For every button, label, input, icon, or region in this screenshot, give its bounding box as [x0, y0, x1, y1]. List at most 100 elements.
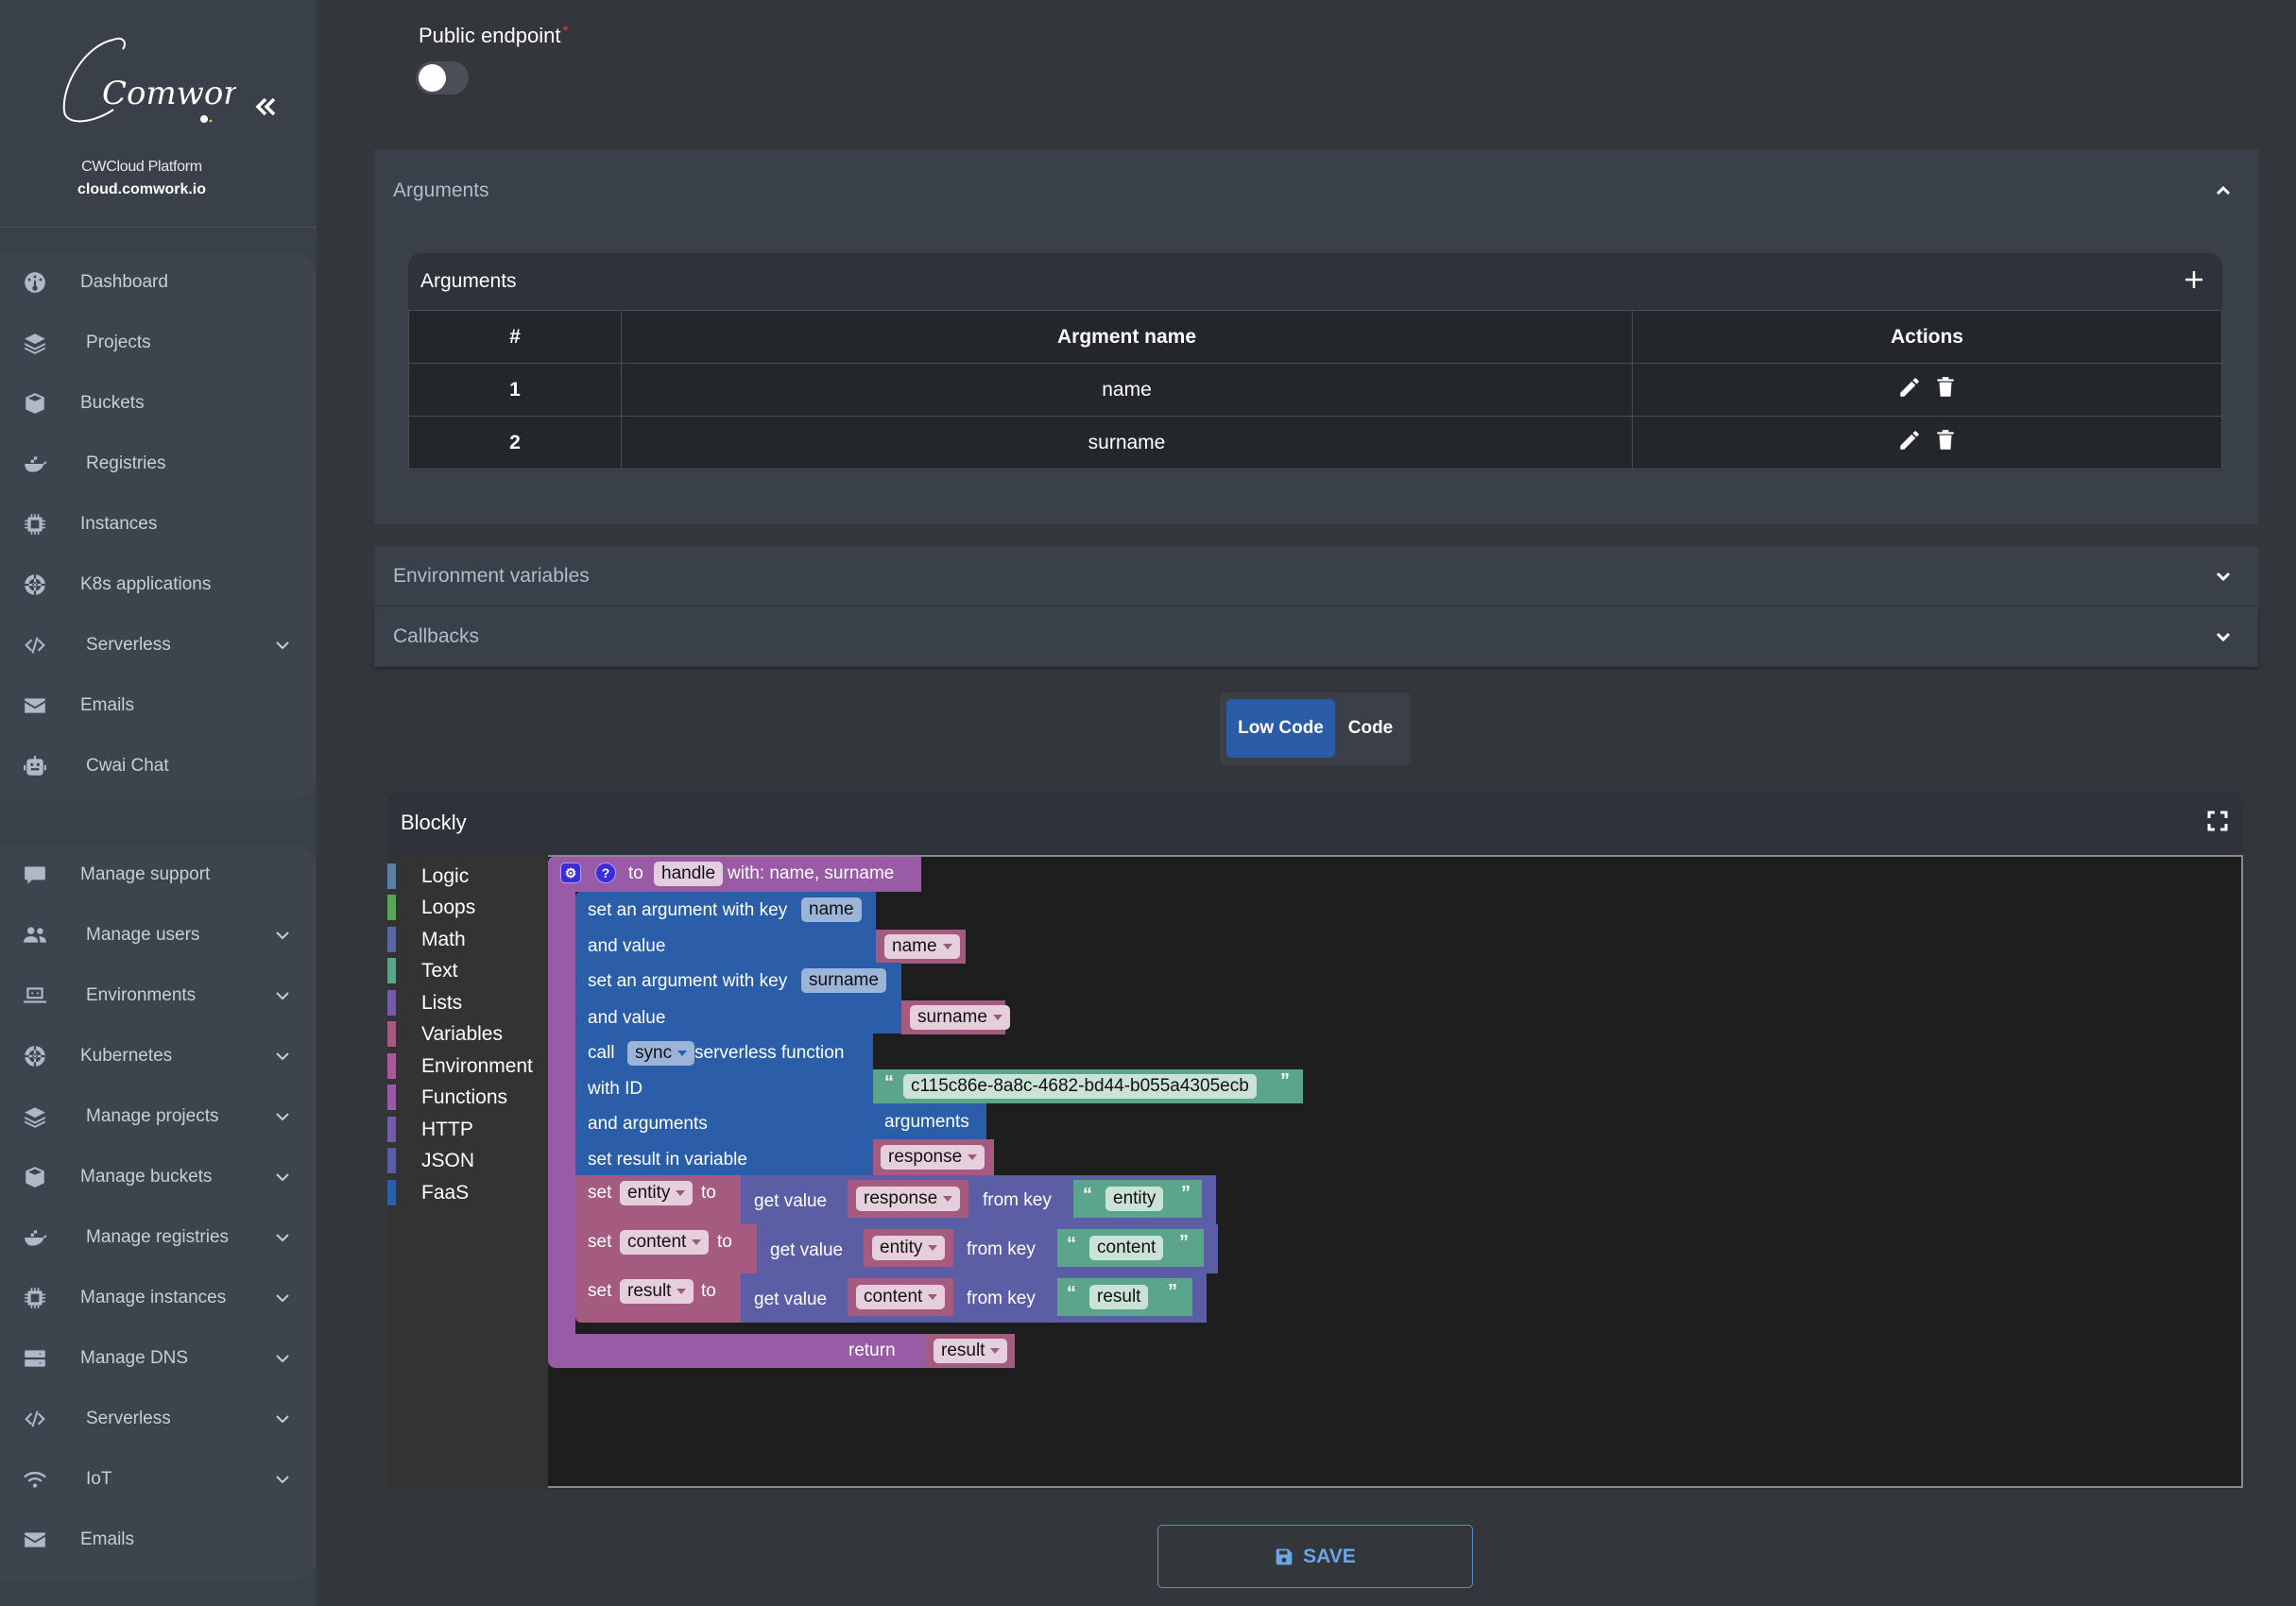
chevron-down-icon — [274, 1108, 291, 1125]
toolbox-category-json[interactable]: JSON — [387, 1145, 548, 1176]
delete-trash-icon[interactable] — [1933, 428, 1958, 453]
delete-trash-icon[interactable] — [1933, 375, 1958, 400]
sidebar-item-label: Manage registries — [86, 1227, 230, 1247]
dropdown-arrow-icon — [676, 1189, 686, 1196]
platform-url: cloud.comwork.io — [77, 181, 206, 197]
sidebar-item-label: Projects — [86, 333, 151, 352]
sidebar-item-emails[interactable]: Emails — [0, 679, 316, 732]
variable-dropdown[interactable]: entity — [872, 1236, 946, 1260]
sidebar-item-kubernetes[interactable]: Kubernetes — [0, 1030, 316, 1083]
json-key-field[interactable]: content — [1089, 1236, 1164, 1260]
dropdown-arrow-icon — [992, 1014, 1002, 1020]
variable-dropdown[interactable]: entity — [620, 1181, 694, 1205]
set-label: set — [588, 1183, 612, 1203]
toolbox-category-environment[interactable]: Environment — [387, 1051, 548, 1082]
sidebar-item-projects[interactable]: Projects — [0, 316, 316, 369]
save-button[interactable]: SAVE — [1157, 1525, 1473, 1588]
variable-dropdown[interactable]: result — [620, 1279, 694, 1304]
collapse-sidebar-button[interactable] — [251, 93, 280, 121]
sidebar-item-manage-users[interactable]: Manage users — [0, 909, 316, 962]
sidebar-item-manage-registries[interactable]: Manage registries — [0, 1211, 316, 1264]
toolbox-category-text[interactable]: Text — [387, 955, 548, 986]
low-code-tab[interactable]: Low Code — [1226, 699, 1335, 758]
variable-dropdown[interactable]: content — [856, 1285, 946, 1309]
and-value-label: and value — [588, 1008, 666, 1028]
chevron-down-icon — [274, 987, 291, 1004]
to-label: to — [701, 1183, 716, 1203]
variable-dropdown[interactable]: response — [856, 1187, 961, 1211]
toolbox-category-loops[interactable]: Loops — [387, 892, 548, 923]
sidebar-item-dashboard[interactable]: Dashboard — [0, 256, 316, 309]
toolbox-category-functions[interactable]: Functions — [387, 1082, 548, 1113]
sidebar-item-manage-instances[interactable]: Manage instances — [0, 1272, 316, 1324]
edit-pencil-icon[interactable] — [1897, 375, 1922, 400]
chevron-down-icon — [274, 1048, 291, 1065]
from-key-label: from key — [967, 1289, 1036, 1308]
toolbox-category-math[interactable]: Math — [387, 924, 548, 955]
environment-variables-accordion[interactable]: Environment variables — [374, 546, 2258, 607]
sidebar-item-manage-dns[interactable]: Manage DNS — [0, 1332, 316, 1385]
sidebar-item-label: Manage projects — [86, 1106, 219, 1126]
cube-icon — [21, 1163, 49, 1191]
call-mode-dropdown[interactable]: sync — [627, 1041, 695, 1066]
sidebar-item-emails-admin[interactable]: Emails — [0, 1513, 316, 1566]
sidebar-item-buckets[interactable]: Buckets — [0, 377, 316, 430]
laptop-code-icon — [21, 982, 49, 1010]
callbacks-title: Callbacks — [393, 625, 480, 647]
variable-dropdown[interactable]: surname — [910, 1005, 1010, 1030]
json-key-field[interactable]: entity — [1105, 1187, 1164, 1211]
sidebar-item-label: Dashboard — [80, 272, 168, 292]
arg-key-field[interactable]: name — [801, 897, 862, 922]
variable-dropdown[interactable]: content — [620, 1230, 710, 1255]
help-icon[interactable]: ? — [595, 863, 616, 883]
public-endpoint-toggle[interactable] — [416, 61, 469, 94]
function-name-field[interactable]: handle — [654, 862, 724, 886]
nav-group-main: Dashboard Projects Buckets Registries In… — [0, 252, 316, 800]
double-chevron-left-icon — [255, 97, 276, 116]
sidebar-item-cwai-chat[interactable]: Cwai Chat — [0, 740, 316, 793]
toolbox-category-variables[interactable]: Variables — [387, 1018, 548, 1050]
sidebar-item-manage-projects[interactable]: Manage projects — [0, 1090, 316, 1143]
row-argument-name: surname — [621, 416, 1633, 470]
toolbox-category-faas[interactable]: FaaS — [387, 1177, 548, 1208]
variable-dropdown[interactable]: result — [934, 1339, 1008, 1363]
edit-pencil-icon[interactable] — [1897, 428, 1922, 453]
fn-params-label: with: name, surname — [728, 863, 895, 883]
variable-dropdown[interactable]: name — [884, 934, 960, 959]
row-index: 1 — [408, 363, 622, 417]
fullscreen-button[interactable] — [2207, 811, 2228, 831]
toolbox-label: Text — [421, 959, 458, 982]
sidebar-item-iot[interactable]: IoT — [0, 1453, 316, 1506]
row-actions — [1632, 363, 2222, 417]
sidebar-item-environments[interactable]: Environments — [0, 969, 316, 1022]
sidebar-item-serverless[interactable]: Serverless — [0, 619, 316, 672]
blockly-workspace[interactable]: ⚙ ? to handle with: name, surname set an… — [548, 855, 2243, 1488]
code-tab[interactable]: Code — [1335, 699, 1406, 758]
category-color-swatch — [387, 1148, 396, 1173]
sidebar-item-k8s-applications[interactable]: K8s applications — [0, 558, 316, 611]
sidebar-item-manage-support[interactable]: Manage support — [0, 848, 316, 901]
sidebar-item-serverless-admin[interactable]: Serverless — [0, 1392, 316, 1445]
function-id-field[interactable]: c115c86e-8a8c-4682-bd44-b055a4305ecb — [903, 1074, 1257, 1099]
row-argument-name: name — [621, 363, 1633, 417]
gear-icon[interactable]: ⚙ — [560, 863, 581, 883]
sidebar-item-registries[interactable]: Registries — [0, 437, 316, 490]
callbacks-accordion[interactable]: Callbacks — [374, 607, 2258, 667]
json-key-field[interactable]: result — [1089, 1285, 1149, 1309]
arg-key-field[interactable]: surname — [801, 968, 886, 993]
add-argument-button[interactable] — [2183, 268, 2205, 291]
users-icon — [21, 921, 49, 949]
toolbox-label: Loops — [421, 896, 476, 918]
required-mark: * — [562, 24, 569, 40]
variable-dropdown[interactable]: response — [881, 1145, 985, 1170]
toolbox-label: FaaS — [421, 1181, 470, 1204]
environment-variables-title: Environment variables — [393, 565, 590, 587]
sidebar-item-manage-buckets[interactable]: Manage buckets — [0, 1151, 316, 1204]
toolbox-category-lists[interactable]: Lists — [387, 987, 548, 1018]
plus-icon — [2185, 271, 2202, 288]
toolbox-category-logic[interactable]: Logic — [387, 861, 548, 892]
sidebar-item-instances[interactable]: Instances — [0, 498, 316, 551]
toolbox-category-http[interactable]: HTTP — [387, 1114, 548, 1145]
arguments-accordion-header[interactable]: Arguments — [374, 149, 2258, 234]
public-endpoint-label-text: Public endpoint — [419, 24, 561, 47]
